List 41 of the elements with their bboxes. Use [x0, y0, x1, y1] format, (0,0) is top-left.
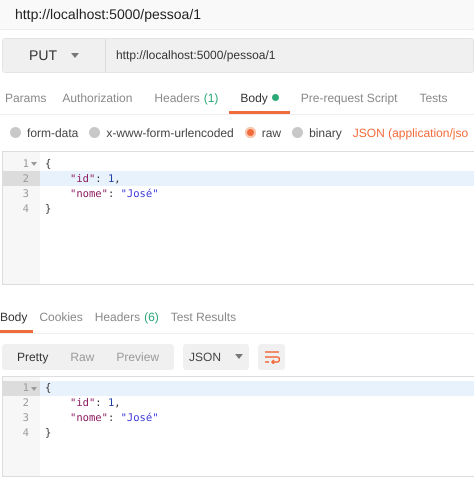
body-type-radio[interactable]: binary — [292, 126, 342, 140]
caret-icon — [235, 354, 244, 360]
code-line: { — [44, 158, 52, 170]
view-mode-button[interactable]: Pretty — [6, 344, 60, 370]
code-line: "nome": "José" — [69, 188, 159, 200]
request-tab[interactable]: Tests — [408, 85, 458, 114]
code-editor[interactable]: 1 { 2 "id": 1, 3 "nome": "José" 4 } — [2, 376, 474, 477]
code-editor[interactable]: 1 { 2 "id": 1, 3 "nome": "José" 4 } — [2, 151, 474, 285]
code-line: "nome": "José" — [69, 412, 159, 424]
response-tab[interactable]: Cookies — [33, 304, 89, 333]
line-number: 2 — [22, 396, 30, 411]
line-number: 1 — [3, 156, 40, 172]
format-dropdown[interactable]: JSON — [183, 344, 250, 370]
body-type-radio[interactable]: raw — [244, 126, 282, 140]
line-number: 4 — [22, 426, 30, 441]
wrap-lines-icon — [264, 350, 280, 364]
request-tab[interactable]: Body — [229, 85, 290, 114]
line-number: 2 — [3, 171, 40, 186]
request-title: http://localhost:5000/pessoa/1 — [15, 6, 202, 22]
line-number: 3 — [22, 411, 30, 426]
body-type-radio[interactable]: x-www-form-urlencoded — [89, 126, 234, 140]
line-number: 4 — [22, 202, 30, 216]
fold-caret-icon[interactable] — [31, 162, 37, 166]
request-tab[interactable]: Params — [0, 85, 52, 114]
status-dot-icon — [272, 94, 279, 102]
request-tab[interactable]: Authorization — [51, 85, 144, 114]
response-tab[interactable]: Test Results — [164, 304, 242, 333]
code-line: } — [44, 427, 52, 440]
code-line: "id": 1, — [69, 397, 121, 410]
line-number: 1 — [3, 380, 40, 396]
line-number: 3 — [22, 186, 30, 202]
body-type-radio[interactable]: form-data — [10, 126, 78, 140]
response-tab[interactable]: Body — [0, 304, 34, 333]
code-line: } — [44, 202, 52, 215]
request-tab[interactable]: Headers (1) — [143, 85, 230, 114]
wrap-lines-button[interactable] — [258, 344, 286, 370]
request-tab[interactable]: Pre-request Script — [290, 85, 408, 114]
response-tab[interactable]: Headers (6) — [88, 304, 165, 333]
code-line: "id": 1, — [69, 172, 121, 185]
code-line: { — [44, 382, 52, 394]
fold-caret-icon[interactable] — [31, 386, 37, 391]
